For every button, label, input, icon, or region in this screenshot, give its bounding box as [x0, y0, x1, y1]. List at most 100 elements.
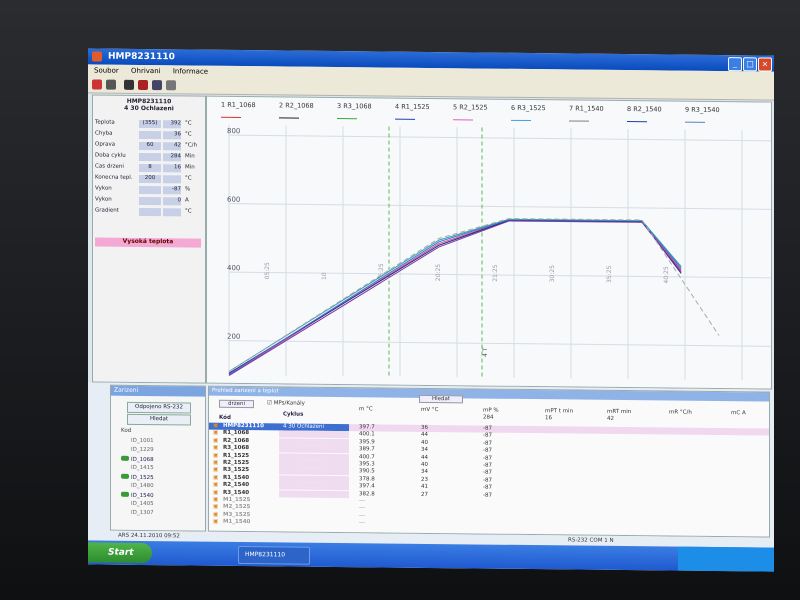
drzeni-button[interactable]: drzeni — [219, 399, 255, 409]
row-kod: R3_1525 — [223, 467, 250, 474]
row-error: 40 — [421, 461, 428, 468]
search-button[interactable]: Hledat — [127, 413, 191, 426]
truck-icon[interactable] — [138, 79, 148, 91]
row-icon: ▣ — [213, 496, 219, 503]
status-setpoint: 200 — [139, 174, 161, 184]
row-kod: R3_1540 — [223, 489, 250, 496]
row-icon: ▣ — [213, 467, 219, 474]
disconnect-button[interactable]: Odpojeno RS-232 — [127, 401, 191, 414]
row-error: 40 — [421, 439, 428, 446]
x-tick-label: 20:25 — [435, 264, 442, 282]
wrench-icon[interactable] — [106, 79, 116, 90]
row-icon: ▣ — [213, 452, 219, 459]
device-list-item[interactable]: ID_1229 — [131, 447, 154, 453]
row-temp: --- — [359, 505, 365, 512]
minimize-button[interactable]: _ — [728, 57, 742, 72]
mps-checkbox[interactable]: ☑ MPs/Kanály — [267, 400, 305, 406]
device-list-item[interactable]: ID_1525 — [121, 473, 154, 481]
status-row: Konecna tepl. 200 °C — [95, 174, 203, 184]
maximize-button[interactable]: □ — [743, 57, 757, 72]
status-setpoint — [139, 130, 161, 140]
row-icon: ▣ — [213, 430, 219, 437]
row-cyklus: 4 30 Ochlazení — [283, 423, 325, 430]
row-icon: ▣ — [213, 422, 219, 429]
row-icon: ▣ — [213, 444, 219, 451]
row-temp: 400.7 — [359, 453, 375, 461]
device-list-item[interactable]: ID_1405 — [131, 501, 154, 507]
row-kod: R2_1068 — [223, 437, 250, 444]
filter-icon[interactable] — [166, 80, 176, 91]
status-panel: HMP8231110 4 30 Ochlazeni Teplota (355) 39… — [92, 94, 206, 384]
column-header: mC A — [731, 410, 746, 417]
device-list-item[interactable]: ID_1307 — [131, 510, 154, 516]
taskbar-app[interactable]: HMP8231110 — [238, 545, 310, 565]
menu-soubor[interactable]: Soubor — [94, 66, 119, 74]
status-value: 36 — [163, 131, 181, 140]
device-id: ID_1307 — [131, 509, 154, 517]
status-setpoint — [139, 196, 161, 206]
status-unit: °C — [185, 208, 192, 215]
device-list-item[interactable]: ID_1001 — [131, 438, 154, 444]
device-list-panel: Zarizeni Odpojeno RS-232 Hledat Kod ID_1… — [110, 384, 206, 532]
summary-value: 16 — [545, 415, 552, 422]
column-header: mR °C/h — [669, 409, 692, 416]
status-row: Oprava 60 42 °C/h — [95, 141, 203, 151]
row-kod: M1_1525 — [223, 496, 251, 504]
row-temp: --- — [359, 498, 365, 505]
x-tick-label: 40:25 — [663, 266, 670, 284]
row-error: 36 — [421, 424, 428, 431]
row-power: -87 — [483, 469, 492, 477]
series-line — [228, 219, 682, 376]
connect-icon[interactable] — [92, 79, 102, 90]
status-label: Doba cyklu — [95, 152, 126, 159]
temperature-chart: 80060040020005:25 10 15:25 20:25 21:25 30:25 3… — [227, 124, 771, 381]
marker-label: 4 T — [482, 347, 489, 357]
status-setpoint: 8 — [139, 163, 161, 173]
row-power: -87 — [483, 484, 492, 491]
row-kod: HMP8231110 — [223, 422, 264, 430]
active-icon — [121, 455, 129, 461]
status-label: Gradient — [95, 207, 119, 214]
row-temp: 397.4 — [359, 483, 375, 490]
x-tick-label: 10 — [321, 272, 328, 280]
row-icon: ▣ — [213, 504, 219, 511]
record-icon[interactable] — [124, 79, 134, 90]
bottom-area: Zarizeni Odpojeno RS-232 Hledat Kod ID_1… — [88, 382, 774, 540]
y-tick-label: 800 — [227, 127, 240, 135]
row-error: 34 — [421, 469, 428, 476]
column-header: m °C — [359, 406, 373, 413]
column-header: mRT min — [607, 408, 632, 416]
x-tick-label: 35:25 — [606, 265, 613, 283]
status-value: 42 — [163, 142, 181, 151]
row-kod: R2_1525 — [223, 459, 250, 467]
close-button[interactable]: × — [758, 57, 772, 72]
table-icon[interactable] — [152, 80, 162, 91]
row-temp: 400.1 — [359, 431, 375, 438]
device-list-item[interactable]: ID_1480 — [131, 483, 154, 489]
row-temp: 397.7 — [359, 424, 375, 431]
row-temp: 395.3 — [359, 461, 375, 468]
row-icon: ▣ — [213, 474, 219, 481]
start-button[interactable]: Start — [88, 542, 152, 564]
device-list-title: Zarizeni — [111, 385, 205, 397]
row-temp: 378.8 — [359, 476, 375, 483]
device-list-item[interactable]: ID_1068 — [121, 455, 154, 463]
x-tick-label: 05:25 — [264, 262, 271, 280]
menu-ohrivani[interactable]: Ohrivani — [131, 67, 161, 75]
data-table-panel: Prehled zarizeni a teplot drzeni ☑ MPs/K… — [208, 385, 770, 538]
device-list-item[interactable]: ID_1540 — [121, 491, 154, 500]
device-list-item[interactable]: ID_1415 — [131, 465, 154, 471]
menu-informace[interactable]: Informace — [173, 67, 208, 75]
grid-line — [229, 203, 771, 210]
device-id: ID_1540 — [131, 492, 154, 500]
device-id: ID_1415 — [131, 464, 154, 472]
hledat-button[interactable]: Hledat — [419, 394, 464, 404]
row-power: -87 — [483, 477, 492, 484]
row-kod: R1_1068 — [223, 430, 250, 437]
status-left: ARS 24.11.2010 09:52 — [118, 532, 180, 540]
device-id: ID_1229 — [131, 446, 154, 454]
alert-label: Vysoká teplota — [95, 237, 201, 248]
row-error: 34 — [421, 447, 428, 454]
status-unit: Min — [185, 164, 195, 171]
device-id: ID_1405 — [131, 500, 154, 508]
